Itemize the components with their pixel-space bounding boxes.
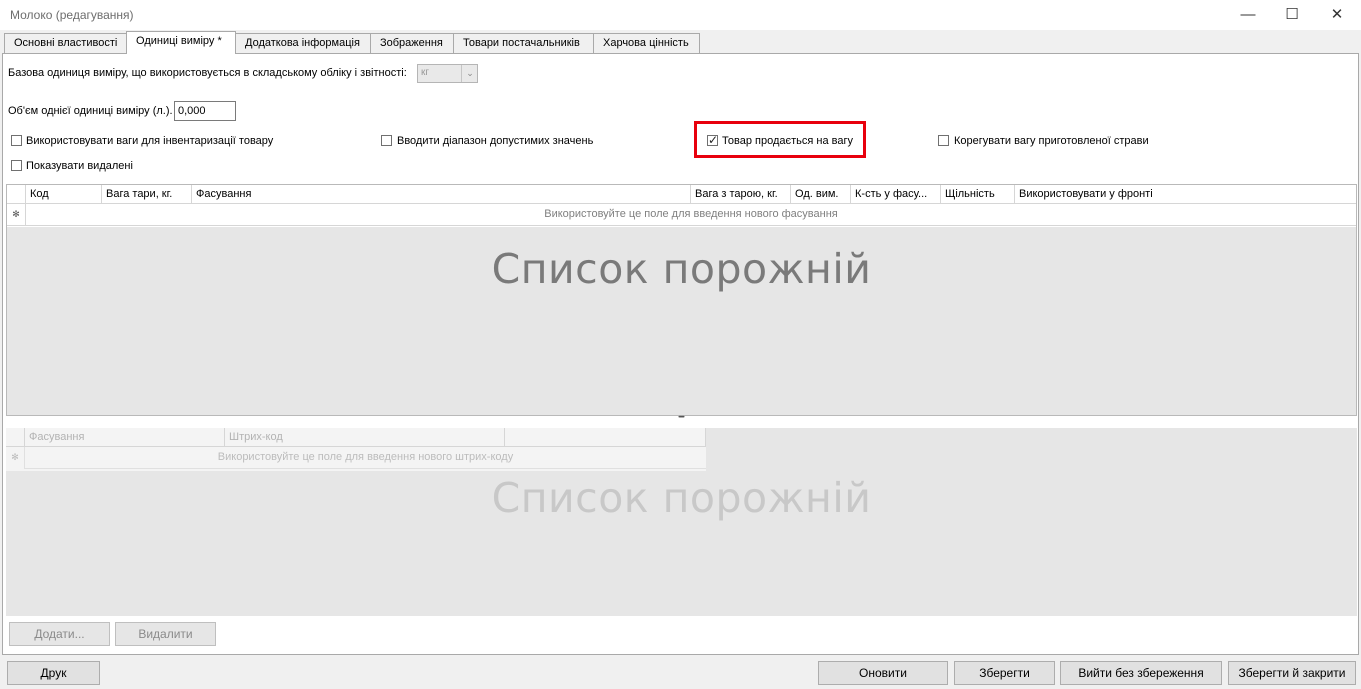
- new-row-marker: ✻: [7, 204, 26, 226]
- range-label: Вводити діапазон допустимих значень: [397, 135, 594, 147]
- title-bar: Молоко (редагування) — ☐ ✕: [0, 0, 1361, 30]
- column-header[interactable]: Од. вим.: [791, 185, 851, 204]
- tab-images[interactable]: Зображення: [370, 33, 454, 53]
- column-header[interactable]: Вага тари, кг.: [102, 185, 192, 204]
- new-barcode-row: Використовуйте це поле для введення ново…: [25, 447, 706, 469]
- column-header[interactable]: Використовувати у фронті: [1015, 185, 1356, 204]
- range-checkbox[interactable]: [381, 135, 392, 146]
- new-packaging-row[interactable]: Використовуйте це поле для введення ново…: [26, 204, 1356, 226]
- close-icon[interactable]: ✕: [1315, 4, 1359, 26]
- table-header-corner: [7, 185, 26, 204]
- empty-list-text: Список порожній: [491, 474, 872, 522]
- tab-nutrition[interactable]: Харчова цінність: [593, 33, 700, 53]
- adjust-weight-label: Корегувати вагу приготовленої страви: [954, 135, 1149, 147]
- save-button[interactable]: Зберегти: [954, 661, 1055, 685]
- packaging-empty-area: Список порожній: [7, 227, 1356, 415]
- column-header: Фасування: [25, 428, 225, 447]
- tab-units[interactable]: Одиниці виміру *: [126, 31, 236, 54]
- save-and-close-button[interactable]: Зберегти й закрити: [1228, 661, 1356, 685]
- exit-without-save-button[interactable]: Вийти без збереження: [1060, 661, 1222, 685]
- splitter-handle[interactable]: •••••: [670, 415, 692, 425]
- column-header-empty: [505, 428, 706, 447]
- print-button[interactable]: Друк: [7, 661, 100, 685]
- chevron-down-icon: ⌄: [461, 65, 478, 82]
- empty-list-text: Список порожній: [491, 245, 872, 293]
- barcode-table: Фасування Штрих-код ✻ Використовуйте це …: [6, 428, 1357, 616]
- window-title: Молоко (редагування): [10, 8, 134, 22]
- show-deleted-checkbox[interactable]: [11, 160, 22, 171]
- sold-by-weight-label: Товар продається на вагу: [722, 135, 853, 147]
- column-header[interactable]: Код: [26, 185, 102, 204]
- column-header[interactable]: Вага з тарою, кг.: [691, 185, 791, 204]
- refresh-button[interactable]: Оновити: [818, 661, 948, 685]
- sold-by-weight-checkbox[interactable]: [707, 133, 718, 147]
- base-unit-label: Базова одиниця виміру, що використовуєть…: [8, 67, 407, 79]
- adjust-weight-checkbox[interactable]: [938, 135, 949, 146]
- minimize-icon[interactable]: —: [1226, 4, 1270, 26]
- use-scales-label: Використовувати ваги для інвентаризації …: [26, 135, 274, 147]
- column-header: Штрих-код: [225, 428, 505, 447]
- tab-supplier-goods[interactable]: Товари постачальників: [453, 33, 594, 53]
- column-header[interactable]: К-сть у фасу...: [851, 185, 941, 204]
- packaging-table: Код Вага тари, кг. Фасування Вага з таро…: [6, 184, 1357, 416]
- volume-label: Об'єм однієї одиниці виміру (л.).: [8, 105, 173, 117]
- new-row-marker: ✻: [6, 447, 25, 469]
- use-scales-checkbox[interactable]: [11, 135, 22, 146]
- add-button[interactable]: Додати...: [9, 622, 110, 646]
- base-unit-select[interactable]: кг ⌄: [417, 64, 478, 83]
- tab-additional-info[interactable]: Додаткова інформація: [235, 33, 371, 53]
- show-deleted-label: Показувати видалені: [26, 160, 133, 172]
- base-unit-value: кг: [421, 67, 430, 78]
- table-header-corner: [6, 428, 25, 447]
- maximize-icon[interactable]: ☐: [1270, 4, 1314, 26]
- volume-input[interactable]: 0,000: [174, 101, 236, 121]
- column-header[interactable]: Фасування: [192, 185, 691, 204]
- delete-button[interactable]: Видалити: [115, 622, 216, 646]
- tab-main-properties[interactable]: Основні властивості: [4, 33, 127, 53]
- column-header[interactable]: Щільність: [941, 185, 1015, 204]
